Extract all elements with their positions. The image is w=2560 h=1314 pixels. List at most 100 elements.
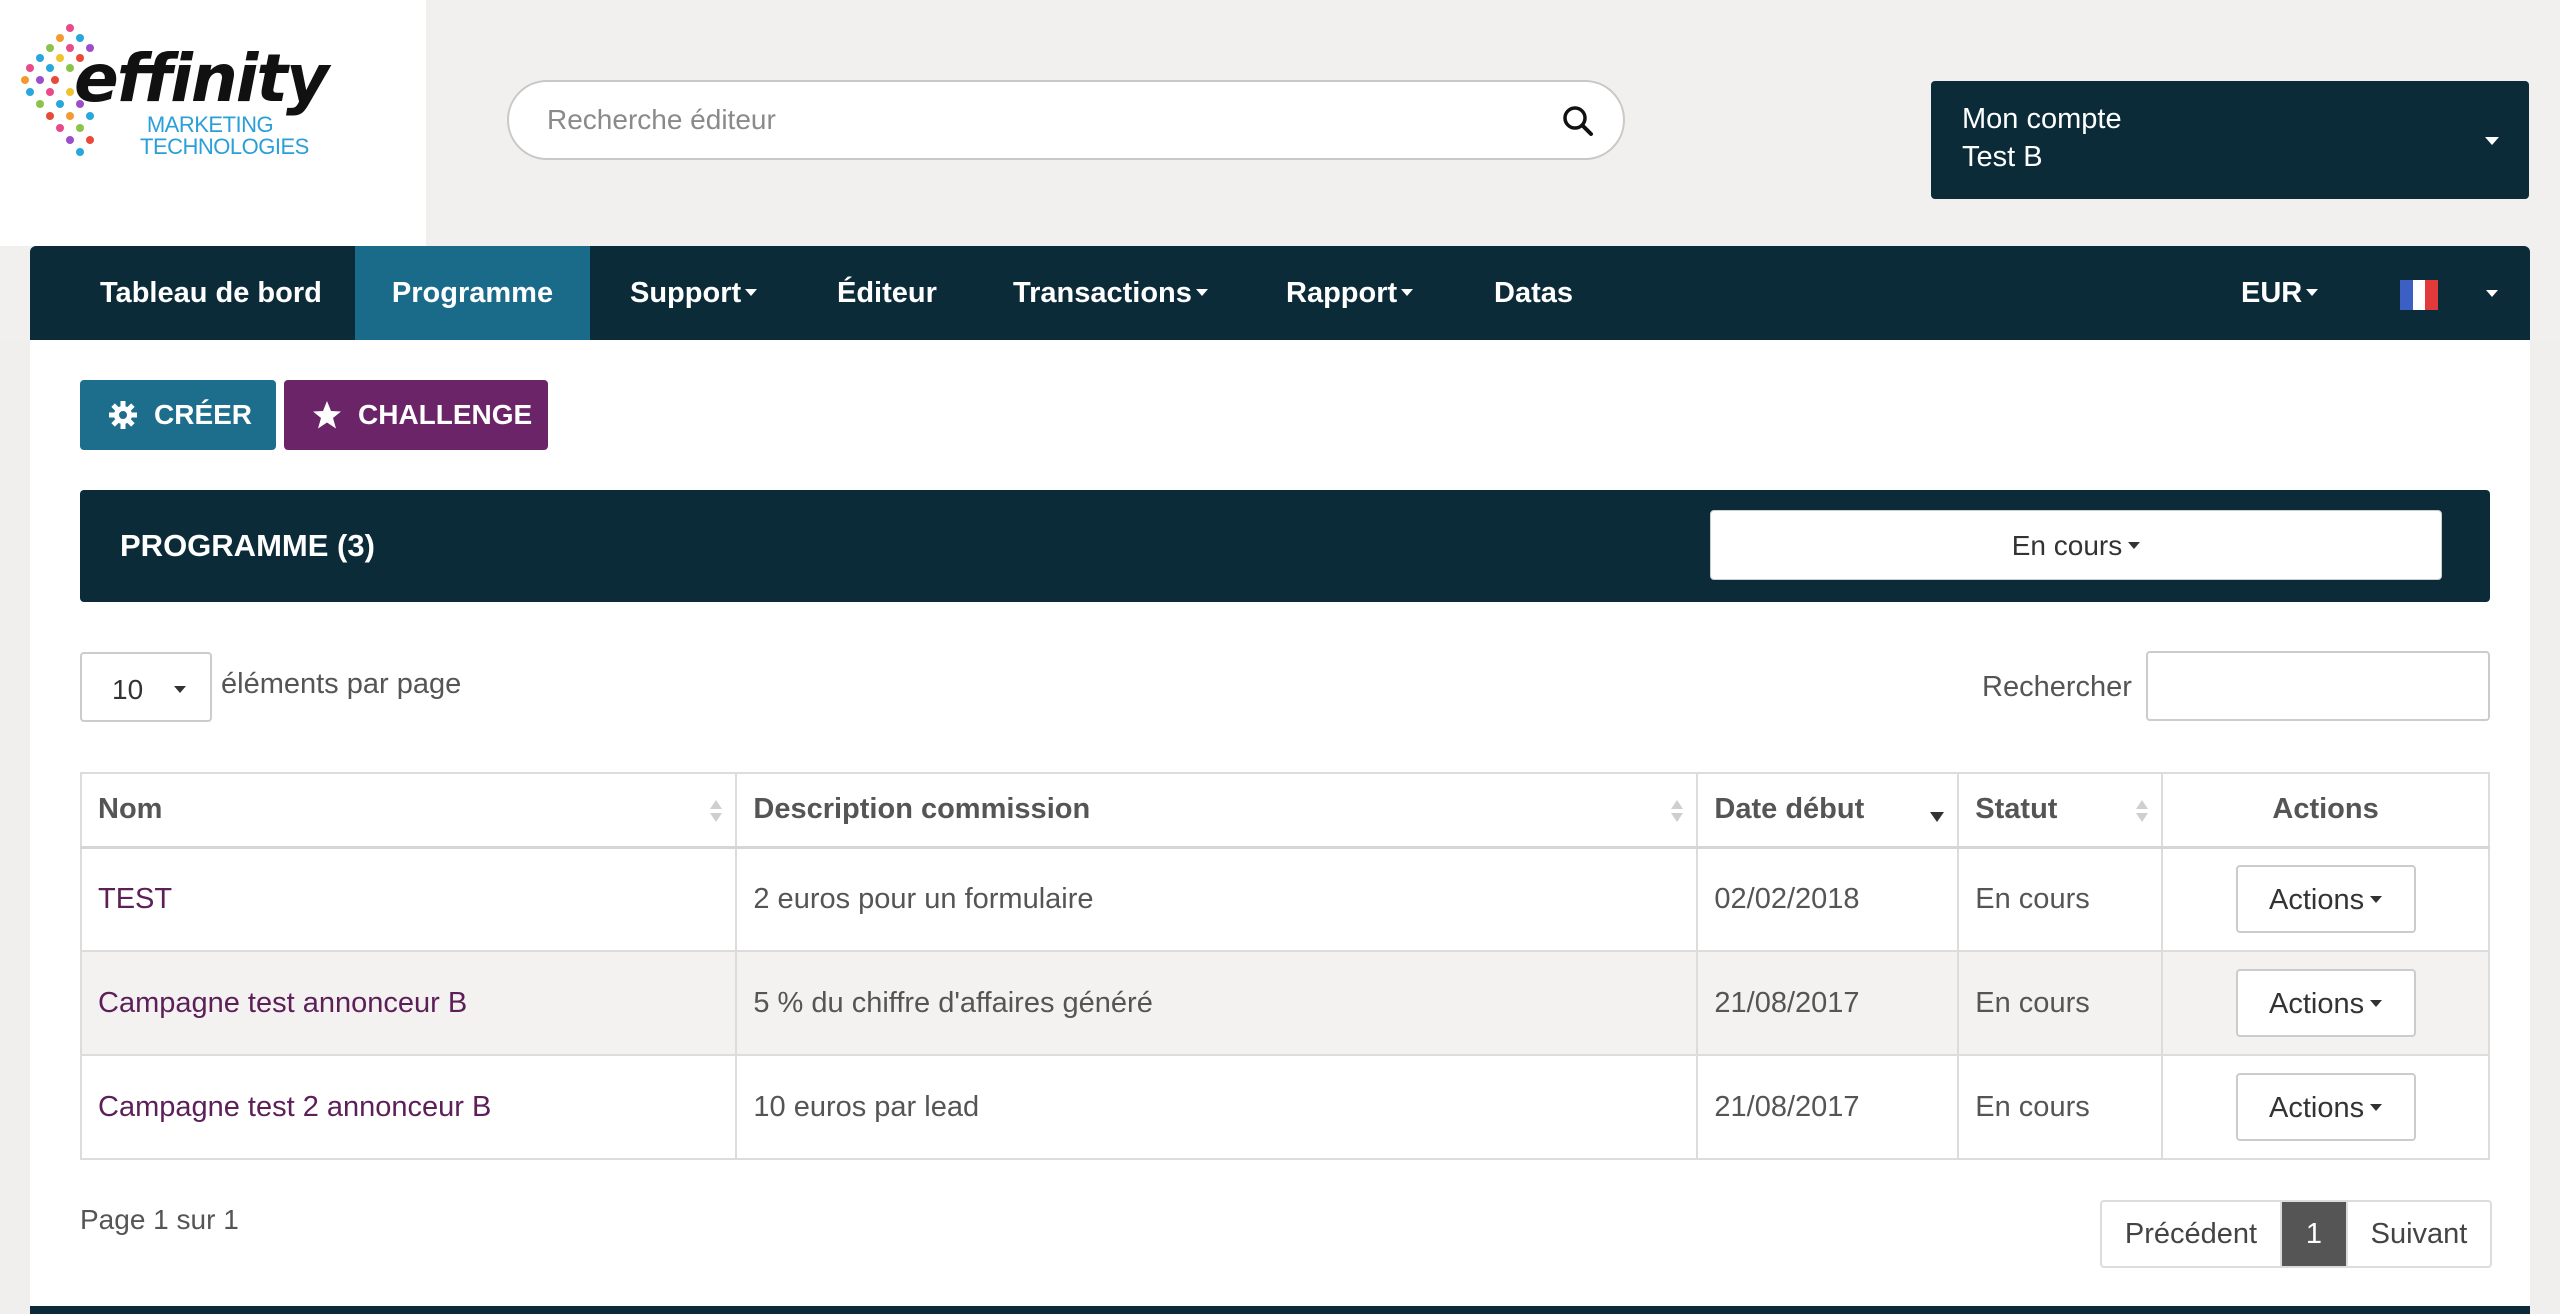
column-header-label: Statut <box>1975 793 2058 826</box>
column-header-label: Date début <box>1714 793 1865 826</box>
publisher-search-input[interactable] <box>547 96 1507 144</box>
column-header-statut[interactable]: Statut <box>1957 772 2164 849</box>
start-date: 21/08/2017 <box>1696 1054 1960 1160</box>
challenge-button-label: CHALLENGE <box>358 399 533 430</box>
next-page-button[interactable]: Suivant <box>2346 1202 2490 1266</box>
account-menu[interactable]: Mon compte Test B <box>1931 81 2529 199</box>
column-header-date[interactable]: Date début <box>1696 772 1960 849</box>
page-info: Page 1 sur 1 <box>80 1204 239 1235</box>
nav-programme[interactable]: Programme <box>355 246 590 340</box>
status: En cours <box>1957 1054 2164 1160</box>
account-name: Test B <box>1962 141 2043 173</box>
actions-dropdown-button[interactable]: Actions <box>2235 969 2416 1037</box>
caret-down-icon <box>2370 999 2383 1007</box>
nav-label: Tableau de bord <box>100 277 322 309</box>
logo-subtitle-line1: MARKETING <box>146 112 274 137</box>
actions-label: Actions <box>2269 1092 2365 1124</box>
caret-down-icon <box>745 288 758 296</box>
caret-down-icon <box>2486 290 2498 297</box>
star-icon <box>313 401 341 429</box>
nav-tableau-de-bord[interactable]: Tableau de bord <box>30 246 355 340</box>
table-row: Campagne test annonceur B 5 % du chiffre… <box>79 950 2490 1056</box>
caret-down-icon <box>1195 288 1208 296</box>
caret-down-icon <box>2370 896 2383 904</box>
caret-down-icon <box>2306 288 2319 296</box>
actions-dropdown-button[interactable]: Actions <box>2235 1073 2416 1141</box>
nav-label: Éditeur <box>837 277 937 309</box>
nav-label: Transactions <box>1013 277 1192 309</box>
currency-menu[interactable]: EUR <box>2241 246 2319 340</box>
challenge-button[interactable]: CHALLENGE <box>284 380 548 450</box>
table-search-label: Rechercher <box>1982 671 2132 703</box>
sort-icon <box>2136 800 2149 822</box>
caret-down-icon <box>2128 542 2141 550</box>
currency-label: EUR <box>2241 277 2303 309</box>
main-nav: Tableau de bord Programme Support Éditeu… <box>30 246 2530 340</box>
current-page-button[interactable]: 1 <box>2282 1202 2346 1266</box>
logo-subtitle-line2: TECHNOLOGIES <box>140 134 309 159</box>
actions-label: Actions <box>2269 988 2365 1020</box>
programme-name-link[interactable]: TEST <box>79 846 738 952</box>
create-button[interactable]: CRÉER <box>80 380 276 450</box>
chevron-down-icon <box>2485 137 2499 145</box>
programme-title: PROGRAMME (3) <box>120 528 375 563</box>
gear-icon <box>109 401 137 429</box>
start-date: 02/02/2018 <box>1696 846 1960 952</box>
sort-icon <box>1671 800 1684 822</box>
table-row: TEST 2 euros pour un formulaire 02/02/20… <box>79 846 2490 952</box>
column-header-nom[interactable]: Nom <box>79 772 738 849</box>
actions-cell: Actions <box>2161 950 2490 1056</box>
nav-rapport[interactable]: Rapport <box>1286 246 1414 340</box>
programme-name-link[interactable]: Campagne test 2 annonceur B <box>79 1054 738 1160</box>
caret-down-icon <box>1401 288 1414 296</box>
table-row: Campagne test 2 annonceur B 10 euros par… <box>79 1054 2490 1160</box>
commission-description: 5 % du chiffre d'affaires généré <box>735 950 1699 1056</box>
column-header-description[interactable]: Description commission <box>735 772 1699 849</box>
nav-support[interactable]: Support <box>630 246 758 340</box>
logo-wordmark: effinity <box>74 40 329 117</box>
nav-label: Datas <box>1494 277 1573 309</box>
french-flag-icon[interactable] <box>2400 280 2439 310</box>
column-header-label: Nom <box>98 793 163 826</box>
table-header-row: Nom Description commission Date début St… <box>79 772 2490 849</box>
per-page-select[interactable]: 10 <box>80 652 212 722</box>
sort-icon <box>710 800 723 822</box>
commission-description: 10 euros par lead <box>735 1054 1699 1160</box>
nav-transactions[interactable]: Transactions <box>1013 246 1208 340</box>
logo[interactable]: effinity MARKETING TECHNOLOGIES <box>0 0 426 246</box>
create-button-label: CRÉER <box>154 399 253 430</box>
nav-label: Rapport <box>1286 277 1398 309</box>
nav-label: Support <box>630 277 742 309</box>
nav-editeur[interactable]: Éditeur <box>837 246 937 340</box>
per-page-value: 10 <box>112 674 144 705</box>
column-header-label: Actions <box>2272 793 2379 826</box>
programme-table: Nom Description commission Date début St… <box>79 772 2490 1160</box>
previous-page-button[interactable]: Précédent <box>2102 1202 2282 1266</box>
table-search-input[interactable] <box>2146 651 2490 721</box>
commission-description: 2 euros pour un formulaire <box>735 846 1699 952</box>
programme-header: PROGRAMME (3) En cours <box>80 490 2490 602</box>
per-page-label: éléments par page <box>221 668 462 700</box>
column-header-label: Description commission <box>753 793 1091 826</box>
nav-datas[interactable]: Datas <box>1494 246 1573 340</box>
account-label: Mon compte <box>1962 103 2122 135</box>
status-filter-dropdown[interactable]: En cours <box>1710 510 2442 580</box>
publisher-search <box>507 80 1625 160</box>
actions-cell: Actions <box>2161 1054 2490 1160</box>
status: En cours <box>1957 846 2164 952</box>
pagination: Précédent 1 Suivant <box>2100 1200 2492 1268</box>
caret-down-icon <box>174 686 186 693</box>
programme-name-link[interactable]: Campagne test annonceur B <box>79 950 738 1056</box>
status-filter-value: En cours <box>2011 530 2123 561</box>
actions-dropdown-button[interactable]: Actions <box>2235 865 2416 934</box>
search-icon[interactable] <box>1561 104 1595 138</box>
logo-subtitle: MARKETING TECHNOLOGIES <box>140 112 309 159</box>
actions-label: Actions <box>2269 884 2365 917</box>
actions-cell: Actions <box>2161 846 2490 952</box>
status: En cours <box>1957 950 2164 1056</box>
start-date: 21/08/2017 <box>1696 950 1960 1056</box>
footer-bar <box>30 1306 2530 1314</box>
column-header-actions: Actions <box>2161 772 2490 849</box>
caret-down-icon <box>2370 1103 2383 1111</box>
nav-label: Programme <box>391 277 554 309</box>
